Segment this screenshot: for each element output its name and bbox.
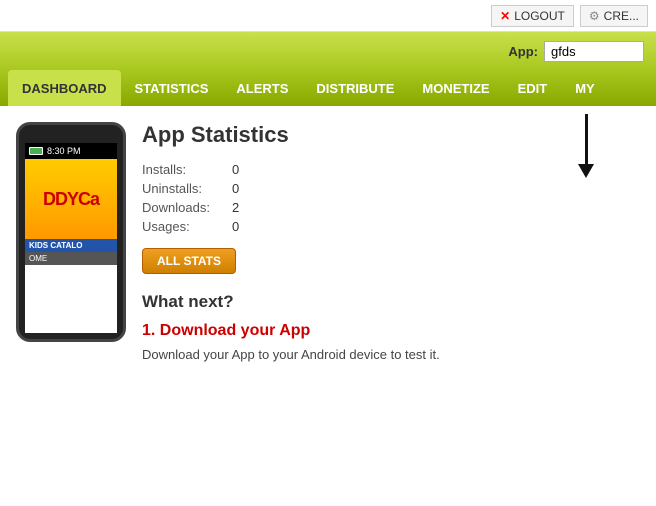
- top-bar: ✕ LOGOUT ⚙ CRE...: [0, 0, 656, 32]
- uninstalls-label: Uninstalls:: [142, 181, 232, 196]
- stats-row-usages: Usages: 0: [142, 219, 640, 234]
- download-text: Download your App to your Android device…: [142, 346, 640, 364]
- main-content: 8:30 PM DDYCa KIDS CATALO OME App Statis…: [0, 106, 656, 380]
- uninstalls-value: 0: [232, 181, 239, 196]
- phone-app-content: DDYCa: [25, 159, 117, 239]
- nav-tabs: DASHBOARD STATISTICS ALERTS DISTRIBUTE M…: [0, 70, 656, 106]
- arrow-head: [578, 164, 594, 178]
- phone-sub-text: KIDS CATALO: [25, 239, 117, 252]
- tab-monetize[interactable]: MONETIZE: [408, 70, 503, 106]
- phone-mockup: 8:30 PM DDYCa KIDS CATALO OME: [16, 122, 126, 342]
- all-stats-button[interactable]: ALL STATS: [142, 248, 236, 274]
- phone-home-text: OME: [25, 252, 117, 265]
- arrow-annotation: [578, 114, 594, 178]
- tab-statistics-label: STATISTICS: [135, 81, 209, 96]
- logout-label: LOGOUT: [514, 9, 565, 23]
- phone-status-bar: 8:30 PM: [25, 143, 117, 159]
- downloads-value: 2: [232, 200, 239, 215]
- usages-value: 0: [232, 219, 239, 234]
- stats-row-installs: Installs: 0: [142, 162, 640, 177]
- tab-distribute-label: DISTRIBUTE: [316, 81, 394, 96]
- app-label: App:: [508, 44, 538, 59]
- downloads-label: Downloads:: [142, 200, 232, 215]
- tab-distribute[interactable]: DISTRIBUTE: [302, 70, 408, 106]
- tab-dashboard-label: DASHBOARD: [22, 81, 107, 96]
- tab-edit-label: EDIT: [518, 81, 548, 96]
- what-next-heading: What next?: [142, 292, 640, 312]
- arrow-shaft: [585, 114, 588, 164]
- usages-label: Usages:: [142, 219, 232, 234]
- tab-statistics[interactable]: STATISTICS: [121, 70, 223, 106]
- tab-my-label: MY: [575, 81, 595, 96]
- installs-label: Installs:: [142, 162, 232, 177]
- tab-edit[interactable]: EDIT: [504, 70, 562, 106]
- stats-title: App Statistics: [142, 122, 640, 148]
- battery-icon: [29, 147, 43, 155]
- phone-app-text: DDYCa: [43, 189, 99, 210]
- app-input[interactable]: [544, 41, 644, 62]
- phone-screen: 8:30 PM DDYCa KIDS CATALO OME: [25, 143, 117, 333]
- tab-my[interactable]: MY: [561, 70, 609, 106]
- tab-dashboard[interactable]: DASHBOARD: [8, 70, 121, 106]
- tab-monetize-label: MONETIZE: [422, 81, 489, 96]
- stats-table: Installs: 0 Uninstalls: 0 Downloads: 2 U…: [142, 162, 640, 234]
- create-label: CRE...: [604, 9, 639, 23]
- logout-button[interactable]: ✕ LOGOUT: [491, 5, 574, 27]
- stats-section: App Statistics Installs: 0 Uninstalls: 0…: [142, 122, 640, 364]
- tab-alerts[interactable]: ALERTS: [222, 70, 302, 106]
- stats-row-downloads: Downloads: 2: [142, 200, 640, 215]
- stats-row-uninstalls: Uninstalls: 0: [142, 181, 640, 196]
- phone-time: 8:30 PM: [47, 146, 81, 156]
- create-icon: ⚙: [589, 9, 600, 23]
- download-heading: 1. Download your App: [142, 322, 640, 340]
- logout-icon: ✕: [500, 9, 510, 23]
- installs-value: 0: [232, 162, 239, 177]
- create-button[interactable]: ⚙ CRE...: [580, 5, 648, 27]
- tab-alerts-label: ALERTS: [236, 81, 288, 96]
- app-bar: App:: [0, 32, 656, 70]
